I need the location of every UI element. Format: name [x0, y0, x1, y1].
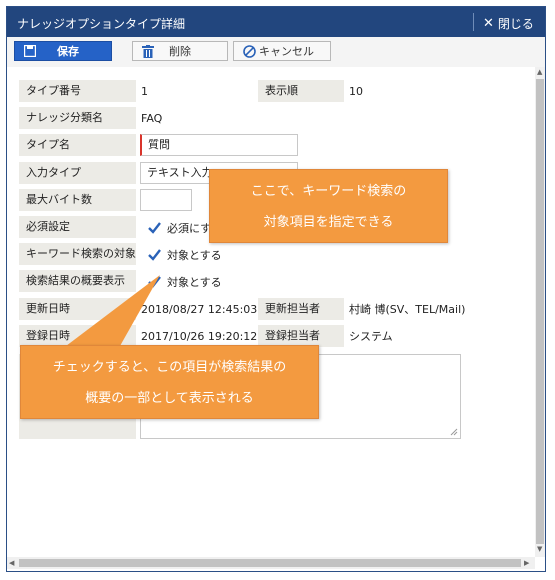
callout-summary-line2: 概要の一部として表示される [85, 391, 254, 406]
callout-pointers [66, 224, 244, 346]
callout-summary: チェックすると、この項目が検索結果の 概要の一部として表示される [20, 345, 319, 419]
callout-keyword-line2: 対象項目を指定できる [263, 215, 394, 230]
callout-summary-pointer [66, 275, 160, 346]
callout-summary-line1: チェックすると、この項目が検索結果の [52, 360, 287, 375]
callout-keyword: ここで、キーワード検索の 対象項目を指定できる [209, 169, 448, 243]
callout-keyword-line1: ここで、キーワード検索の [250, 184, 407, 199]
